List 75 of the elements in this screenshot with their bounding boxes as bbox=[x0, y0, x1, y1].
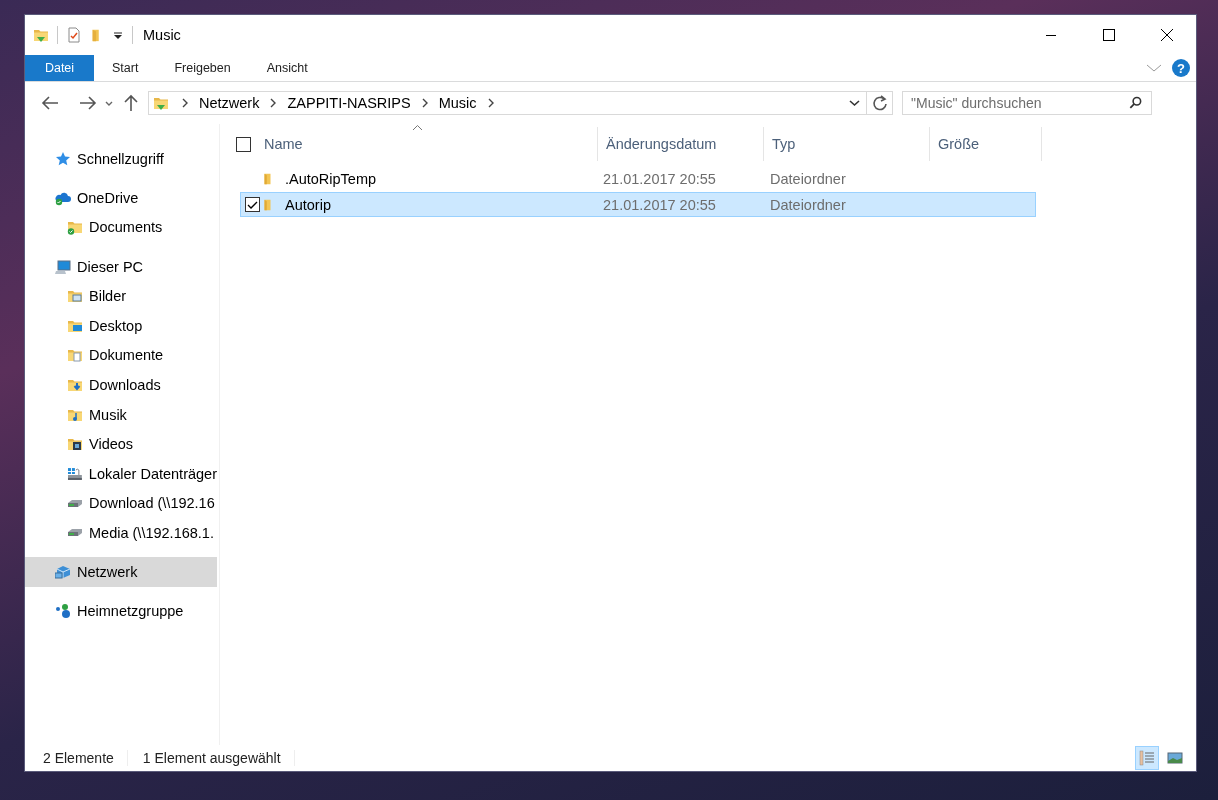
folder-icon bbox=[153, 95, 169, 111]
folder-icon bbox=[67, 436, 83, 453]
sidebar-item[interactable]: Download (\\192.16 bbox=[25, 488, 217, 519]
dropdown-icon bbox=[112, 29, 124, 41]
column-header[interactable]: Größe bbox=[930, 127, 1041, 161]
refresh-icon bbox=[871, 95, 888, 111]
file-name: Autorip bbox=[285, 196, 331, 213]
sidebar-item[interactable]: Schnellzugriff bbox=[25, 144, 217, 174]
search-field[interactable]: "Music" durchsuchen bbox=[902, 91, 1152, 115]
ribbon-tab[interactable]: Freigeben bbox=[156, 55, 249, 81]
chevron-down-icon bbox=[1146, 62, 1162, 74]
row-checkbox[interactable] bbox=[244, 197, 260, 212]
checkmark-icon bbox=[246, 199, 258, 210]
drive-icon bbox=[67, 529, 83, 537]
forward-arrow-icon bbox=[79, 96, 97, 110]
file-type: Dateiordner bbox=[769, 196, 847, 213]
file-type: Dateiordner bbox=[769, 170, 847, 187]
folder-icon bbox=[67, 347, 83, 364]
sidebar-item[interactable]: Musik bbox=[25, 399, 217, 430]
sidebar-item[interactable]: Lokaler Datenträger bbox=[25, 458, 217, 489]
window-title: Music bbox=[143, 27, 181, 43]
file-row[interactable]: Autorip 21.01.2017 20:55 Dateiordner bbox=[240, 192, 1036, 217]
computer-icon bbox=[55, 258, 71, 275]
chevron-right-icon bbox=[181, 98, 189, 108]
sidebar-item[interactable]: Videos bbox=[25, 429, 217, 459]
ribbon-tab[interactable]: Start bbox=[94, 55, 157, 81]
properties-icon bbox=[66, 27, 82, 43]
drive-icon bbox=[67, 499, 83, 507]
breadcrumb[interactable]: ZAPPITI-NASRIPS bbox=[283, 92, 415, 114]
caret-icon bbox=[848, 99, 860, 107]
drive-icon bbox=[67, 465, 83, 482]
sidebar-item[interactable]: Dieser PC bbox=[25, 251, 217, 282]
column-header[interactable]: Änderungsdatum bbox=[598, 127, 763, 161]
sidebar-item[interactable]: Netzwerk bbox=[25, 557, 217, 587]
column-header[interactable]: Typ bbox=[764, 127, 929, 161]
sidebar-item[interactable]: Downloads bbox=[25, 370, 217, 400]
sidebar-item[interactable]: Media (\\192.168.1. bbox=[25, 518, 217, 548]
file-name: .AutoRipTemp bbox=[285, 170, 377, 187]
ribbon-tab[interactable]: Ansicht bbox=[248, 55, 326, 81]
search-icon bbox=[1129, 96, 1143, 110]
folder-icon bbox=[33, 27, 49, 43]
item-count: 2 Elemente bbox=[25, 750, 128, 766]
sidebar-item[interactable]: Bilder bbox=[25, 281, 217, 311]
address-bar[interactable]: Netzwerk ZAPPITI-NASRIPS Music bbox=[148, 91, 893, 115]
breadcrumb[interactable]: Music bbox=[434, 92, 481, 114]
up-arrow-icon bbox=[124, 94, 138, 112]
sidebar-item[interactable]: Documents bbox=[25, 212, 217, 243]
close-icon bbox=[1161, 29, 1173, 41]
sidebar-item[interactable]: Dokumente bbox=[25, 340, 217, 371]
chevron-right-icon bbox=[420, 98, 429, 108]
star-icon bbox=[55, 150, 71, 167]
back-arrow-icon bbox=[41, 96, 59, 110]
selection-count: 1 Element ausgewählt bbox=[127, 750, 295, 766]
maximize-icon bbox=[1103, 29, 1115, 41]
file-menu-tab[interactable]: Datei bbox=[25, 55, 94, 81]
sort-ascending-icon bbox=[411, 124, 423, 131]
chevron-right-icon bbox=[269, 98, 278, 108]
folder-icon bbox=[67, 219, 83, 236]
caret-icon bbox=[105, 99, 113, 107]
chevron-right-icon bbox=[486, 98, 495, 108]
file-row[interactable]: .AutoRipTemp 21.01.2017 20:55 Dateiordner bbox=[240, 166, 1036, 191]
sidebar-item[interactable]: Desktop bbox=[25, 310, 217, 341]
homegroup-icon bbox=[55, 603, 71, 620]
help-button[interactable]: ? bbox=[1172, 59, 1190, 77]
details-view-icon bbox=[1139, 750, 1155, 766]
modified-date: 21.01.2017 20:55 bbox=[602, 170, 717, 187]
breadcrumb[interactable]: Netzwerk bbox=[195, 92, 264, 114]
sidebar-item[interactable]: OneDrive bbox=[25, 183, 217, 213]
sidebar-item[interactable]: Heimnetzgruppe bbox=[25, 596, 217, 626]
network-icon bbox=[55, 564, 71, 580]
select-all-checkbox[interactable] bbox=[236, 136, 251, 152]
column-header[interactable]: Name bbox=[251, 127, 597, 161]
modified-date: 21.01.2017 20:55 bbox=[602, 196, 717, 213]
picture-view-icon bbox=[1167, 750, 1183, 766]
folder-icon bbox=[67, 288, 83, 305]
